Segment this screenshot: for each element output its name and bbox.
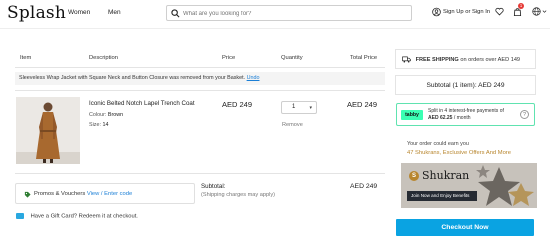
line-total: AED 249 bbox=[347, 100, 378, 109]
product-image[interactable] bbox=[16, 97, 80, 164]
quantity-select[interactable]: 1 ▾ bbox=[281, 101, 317, 114]
truck-icon bbox=[402, 56, 411, 63]
subtotal-note: (Shipping charges may apply) bbox=[201, 192, 275, 198]
promo-link[interactable]: View / Enter code bbox=[87, 191, 132, 197]
info-icon[interactable]: ? bbox=[520, 110, 529, 119]
nav-men[interactable]: Men bbox=[108, 9, 121, 16]
removed-notice-text: Sleeveless Wrap Jacket with Square Neck … bbox=[19, 75, 246, 81]
product-name[interactable]: Iconic Belted Notch Lapel Trench Coat bbox=[89, 100, 195, 107]
tabby-line-1: Split in 4 interest-free payments of bbox=[428, 108, 504, 114]
colour-label: Colour: bbox=[89, 112, 107, 118]
chevron-down-icon: ▾ bbox=[309, 105, 312, 111]
undo-link[interactable]: Undo bbox=[247, 75, 260, 81]
tabby-suffix: / month bbox=[453, 115, 471, 121]
nav-women[interactable]: Women bbox=[68, 9, 90, 16]
search-bar[interactable] bbox=[166, 5, 412, 21]
tabby-text: Split in 4 interest-free payments of AED… bbox=[428, 108, 504, 122]
quantity-value: 1 bbox=[292, 104, 296, 110]
gift-card-icon bbox=[16, 213, 24, 219]
tabby-logo: tabby bbox=[401, 110, 423, 120]
product-colour: Colour: Brown bbox=[89, 112, 123, 118]
col-price: Price bbox=[222, 55, 236, 61]
col-item: Item bbox=[20, 55, 32, 61]
colour-value: Brown bbox=[107, 112, 124, 118]
row-divider bbox=[15, 90, 385, 91]
shukran-card[interactable]: S Shukran Join Now and Enjoy Benefits bbox=[401, 163, 537, 208]
gift-card-note: Have a Gift Card? Redeem it at checkout. bbox=[16, 213, 138, 220]
shukran-join-button[interactable]: Join Now and Enjoy Benefits bbox=[407, 191, 477, 201]
splash-logo[interactable]: Splash bbox=[7, 3, 66, 23]
chevron-down-icon[interactable] bbox=[542, 9, 547, 14]
order-summary: Subtotal (1 item): AED 249 bbox=[395, 75, 536, 95]
shukran-s-icon: S bbox=[409, 171, 419, 181]
signin-link[interactable]: Sign Up or Sign In bbox=[443, 9, 490, 15]
subtotal-label: Subtotal: bbox=[201, 183, 226, 190]
globe-icon[interactable] bbox=[532, 7, 541, 16]
size-value: 14 bbox=[102, 122, 109, 128]
row-divider-bottom bbox=[15, 173, 385, 174]
checkout-button[interactable]: Checkout Now bbox=[396, 219, 534, 236]
header-divider bbox=[0, 28, 550, 29]
cart-count-badge: 1 bbox=[518, 3, 524, 9]
col-total: Total Price bbox=[350, 55, 378, 61]
search-icon bbox=[171, 9, 180, 18]
unit-price: AED 249 bbox=[222, 100, 253, 109]
site-header: Splash Women Men Sign Up or Sign In 1 bbox=[0, 0, 550, 28]
removed-notice: Sleeveless Wrap Jacket with Square Neck … bbox=[15, 72, 385, 85]
shukran-line-2: 47 Shukrans, Exclusive Offers And More bbox=[407, 150, 511, 156]
shukran-teaser: Your order could earn you 47 Shukrans, E… bbox=[407, 140, 511, 158]
search-input[interactable] bbox=[183, 8, 403, 19]
product-size: Size: 14 bbox=[89, 122, 108, 128]
free-shipping-text: on orders over AED 149 bbox=[460, 56, 521, 63]
tag-icon bbox=[24, 191, 31, 198]
shukran-line-1: Your order could earn you bbox=[407, 141, 469, 147]
gift-card-text: Have a Gift Card? Redeem it at checkout. bbox=[30, 213, 138, 220]
tabby-amount: AED 62.25 bbox=[428, 115, 453, 121]
tabby-banner[interactable]: tabby Split in 4 interest-free payments … bbox=[396, 103, 535, 126]
free-shipping-bold: FREE SHIPPING bbox=[415, 56, 459, 63]
col-quantity: Quantity bbox=[281, 55, 303, 61]
subtotal-value: AED 249 bbox=[350, 183, 378, 190]
promo-box[interactable]: Promos & Vouchers View / Enter code bbox=[15, 183, 195, 204]
heart-icon[interactable] bbox=[495, 7, 504, 16]
size-label: Size: bbox=[89, 122, 101, 128]
user-icon[interactable] bbox=[432, 7, 441, 17]
remove-link[interactable]: Remove bbox=[282, 122, 303, 128]
tabby-line-2: AED 62.25 / month bbox=[428, 115, 504, 122]
col-description: Description bbox=[89, 55, 118, 61]
free-shipping-banner: FREE SHIPPING on orders over AED 149 bbox=[395, 49, 536, 69]
table-header-divider bbox=[15, 67, 385, 68]
shukran-title: Shukran bbox=[422, 169, 470, 182]
promo-label: Promos & Vouchers bbox=[34, 191, 86, 197]
